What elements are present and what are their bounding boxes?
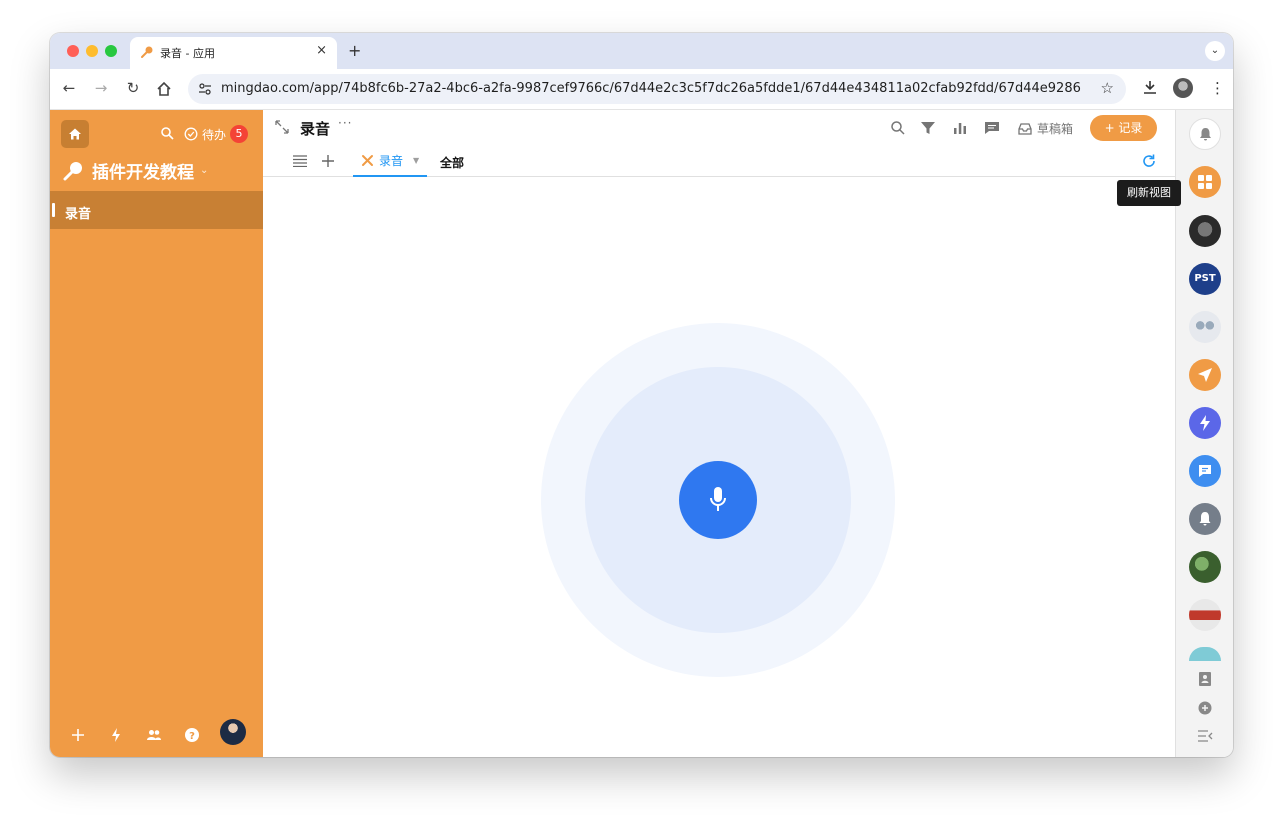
todo-button[interactable]: 待办 5	[184, 125, 249, 143]
view-tab-label: 录音	[379, 154, 404, 168]
app-ai-button[interactable]	[1189, 407, 1221, 439]
maximize-window-button[interactable]	[105, 45, 117, 57]
app-switcher[interactable]: 插件开发教程 ⌄	[62, 158, 208, 183]
profile-avatar[interactable]	[1173, 78, 1193, 98]
sidebar-item-recording[interactable]: 录音	[50, 191, 263, 229]
filter-icon[interactable]	[920, 120, 936, 136]
user-avatar[interactable]	[220, 719, 246, 745]
filter-all-label[interactable]: 全部	[440, 154, 464, 171]
bell-icon	[1200, 128, 1211, 141]
add-view-icon[interactable]	[321, 154, 335, 168]
back-icon[interactable]: ←	[59, 79, 79, 97]
address-bar[interactable]: mingdao.com/app/74b8fc6b-27a2-4bc6-a2fa-…	[188, 74, 1126, 104]
more-options-button[interactable]: ···	[338, 116, 352, 130]
tab-close-button[interactable]: ×	[316, 43, 327, 58]
statistics-icon[interactable]	[952, 120, 968, 136]
refresh-tooltip: 刷新视图	[1117, 180, 1181, 206]
browser-toolbar: ← → ↻ mingdao.com/app/74b8fc6b-27a2-4bc6…	[50, 69, 1233, 110]
collapse-rail-icon[interactable]	[1197, 728, 1213, 744]
chat-icon	[1199, 465, 1211, 477]
app-avatar-partial[interactable]	[1189, 647, 1221, 661]
lightning-icon	[1200, 415, 1210, 431]
browser-tab[interactable]: 录音 - 应用 ×	[130, 37, 337, 69]
search-icon[interactable]	[160, 126, 174, 140]
app-sidebar: 待办 5 插件开发教程 ⌄ 录音 ?	[50, 110, 263, 757]
browser-menu-icon[interactable]: ⋮	[1210, 79, 1225, 97]
grid-icon	[1198, 175, 1212, 189]
site-settings-icon[interactable]	[198, 82, 212, 96]
add-icon[interactable]	[70, 727, 86, 743]
inbox-icon	[1018, 122, 1032, 135]
sidebar-item-label: 录音	[65, 207, 92, 222]
app-avatar-helmet[interactable]	[1189, 215, 1221, 247]
notifications-button[interactable]	[1189, 118, 1221, 150]
tab-recording-view[interactable]: 录音 ▼	[353, 146, 428, 177]
app-chat-button[interactable]	[1189, 455, 1221, 487]
recorder-inner-ring	[585, 367, 851, 633]
contacts-icon[interactable]	[146, 727, 162, 743]
browser-window: 录音 - 应用 × + ⌄ ← → ↻ mingdao.com/app/74b8…	[50, 33, 1233, 757]
tab-search-chevron-icon[interactable]: ⌄	[1205, 41, 1225, 61]
app-grid-button[interactable]	[1189, 166, 1221, 198]
recorder-outer-ring	[541, 323, 895, 677]
app-reminder-button[interactable]	[1189, 503, 1221, 535]
discussion-icon[interactable]	[984, 120, 1000, 136]
svg-text:?: ?	[189, 731, 195, 742]
add-record-button[interactable]: + 记录	[1090, 115, 1157, 141]
sidebar-footer: ?	[50, 713, 263, 757]
title-bar: 录音 - 应用 × + ⌄	[50, 33, 1233, 69]
send-icon	[1198, 368, 1212, 382]
app-avatar-group[interactable]	[1189, 599, 1221, 631]
home-icon[interactable]	[156, 81, 172, 97]
reload-icon[interactable]: ↻	[123, 79, 143, 97]
microphone-favicon-icon	[141, 46, 153, 58]
bookmark-star-icon[interactable]: ☆	[1101, 79, 1114, 97]
contacts-book-icon[interactable]	[1197, 671, 1213, 687]
tools-icon	[362, 155, 373, 166]
expand-icon[interactable]	[275, 120, 289, 134]
check-circle-icon	[184, 127, 198, 141]
help-icon[interactable]: ?	[184, 727, 200, 743]
caret-down-icon[interactable]: ▼	[413, 156, 419, 165]
home-button[interactable]	[61, 120, 89, 148]
bell-icon	[1199, 512, 1211, 526]
app-avatar-team[interactable]	[1189, 311, 1221, 343]
app-avatar-outdoor[interactable]	[1189, 551, 1221, 583]
home-icon	[69, 128, 81, 140]
refresh-icon[interactable]	[1141, 153, 1157, 169]
drafts-label: 草稿箱	[1037, 122, 1074, 136]
view-tabs: 录音 ▼ 全部	[263, 146, 1175, 177]
tab-title: 录音 - 应用	[160, 47, 215, 60]
todo-label: 待办	[202, 127, 227, 142]
download-icon[interactable]	[1142, 79, 1158, 95]
forward-icon[interactable]: →	[91, 79, 111, 97]
url-text[interactable]: mingdao.com/app/74b8fc6b-27a2-4bc6-a2fa-…	[221, 81, 1081, 96]
new-chat-icon[interactable]	[1197, 700, 1213, 716]
todo-count-badge: 5	[230, 125, 249, 143]
drafts-button[interactable]: 草稿箱	[1018, 120, 1073, 137]
app-name: 插件开发教程	[92, 163, 194, 183]
app-send-button[interactable]	[1189, 359, 1221, 391]
search-icon[interactable]	[890, 120, 906, 136]
chevron-down-icon: ⌄	[200, 165, 209, 176]
record-button[interactable]	[679, 461, 757, 539]
main-content: 录音 ··· 草稿箱 + 记录 录音 ▼ 全部 刷新视图	[263, 110, 1181, 757]
minimize-window-button[interactable]	[86, 45, 98, 57]
ai-spark-icon[interactable]	[108, 727, 124, 743]
right-rail: PST	[1175, 110, 1233, 757]
view-list-icon[interactable]	[293, 155, 307, 167]
app-avatar-pst[interactable]: PST	[1189, 263, 1221, 295]
new-tab-button[interactable]: +	[348, 41, 361, 60]
microphone-app-icon	[63, 161, 82, 180]
page-title: 录音	[300, 120, 331, 138]
close-window-button[interactable]	[67, 45, 79, 57]
microphone-icon	[710, 487, 726, 511]
